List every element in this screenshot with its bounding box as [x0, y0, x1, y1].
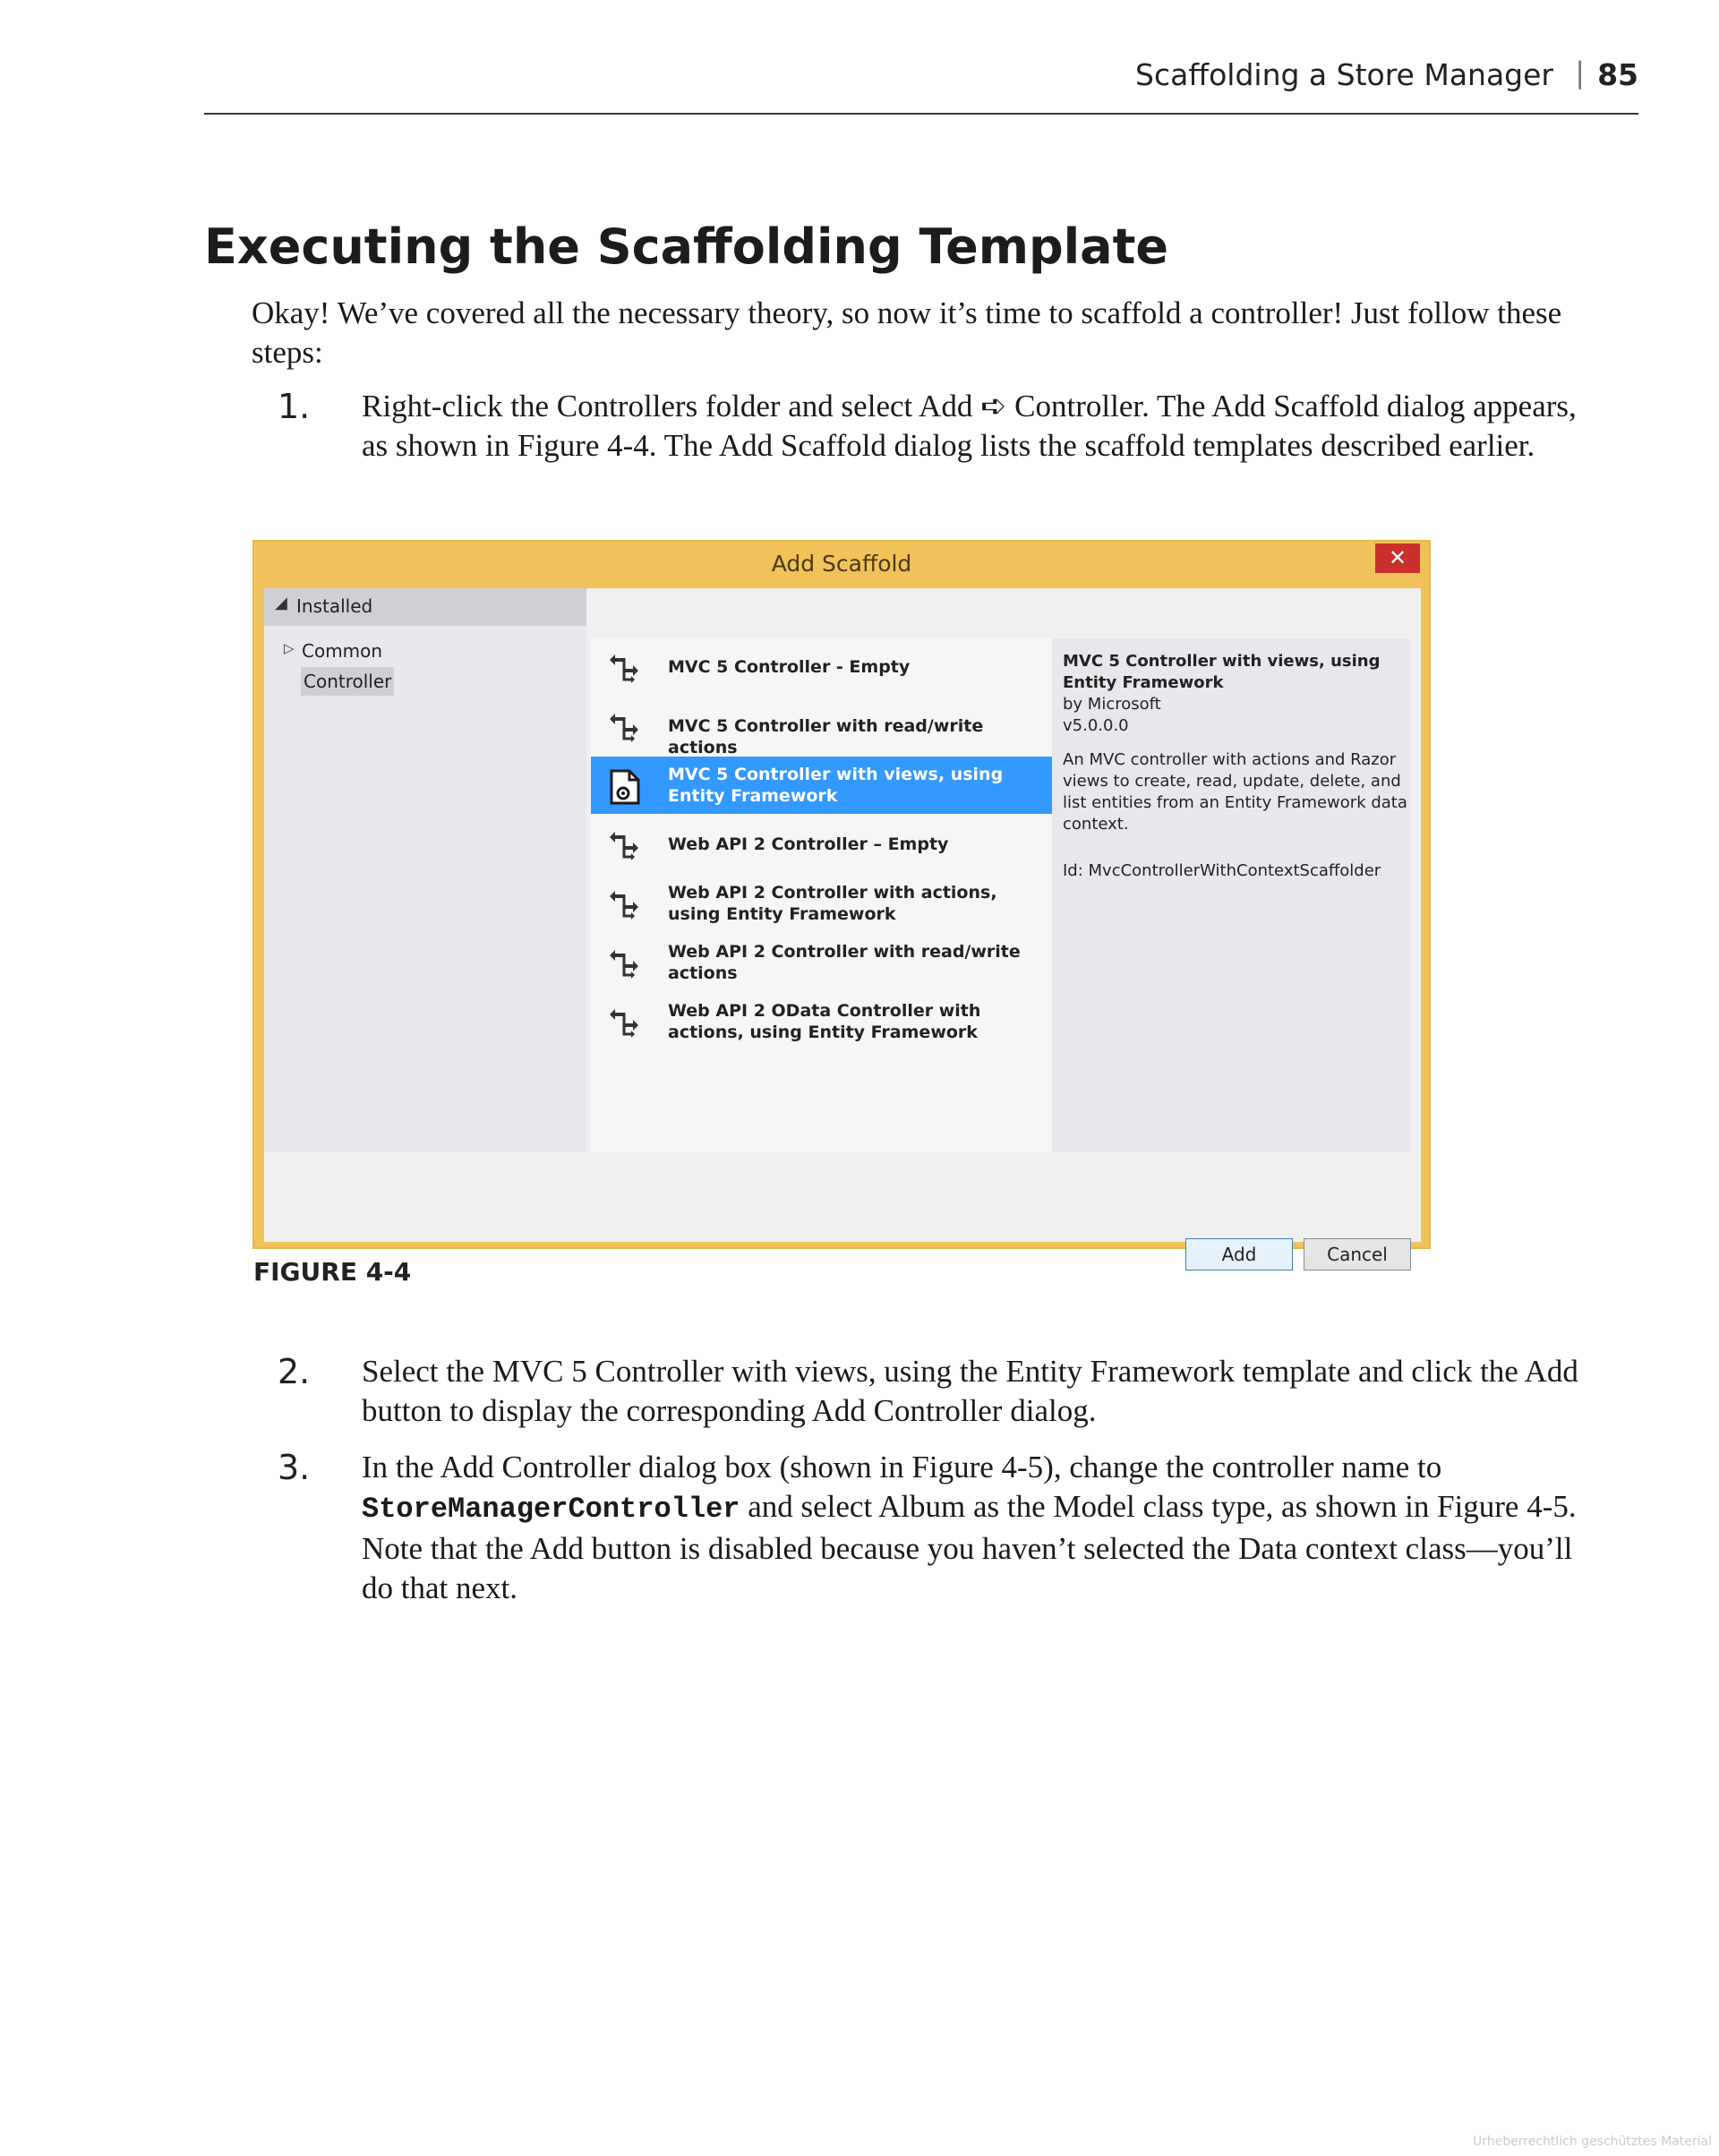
- page-number: 85: [1597, 57, 1638, 92]
- add-button[interactable]: Add: [1185, 1238, 1293, 1270]
- intro-paragraph: Okay! We’ve covered all the necessary th…: [252, 295, 1562, 370]
- scaffold-controller-icon: [610, 950, 638, 979]
- template-item[interactable]: MVC 5 Controller with read/write actions: [591, 697, 1052, 757]
- scaffold-controller-icon: [610, 654, 638, 683]
- template-label: Web API 2 OData Controller with actions,…: [668, 1001, 981, 1042]
- details-description: An MVC controller with actions and Razor…: [1063, 750, 1407, 834]
- step-number: 1.: [278, 387, 311, 426]
- running-header: Scaffolding a Store Manager | 85: [204, 50, 1638, 115]
- details-version: v5.0.0.0: [1063, 716, 1129, 735]
- template-item[interactable]: MVC 5 Controller - Empty: [591, 638, 1052, 696]
- template-label: Web API 2 Controller with actions, using…: [668, 883, 997, 924]
- template-label: Web API 2 Controller with read/write act…: [668, 942, 1021, 983]
- step-text: Right-click the Controllers folder and s…: [362, 389, 1577, 463]
- controller-name-code: StoreManagerController: [362, 1493, 740, 1526]
- expanded-triangle-icon: ◢: [275, 594, 287, 612]
- details-id: Id: MvcControllerWithContextScaffolder: [1063, 861, 1381, 880]
- template-item[interactable]: Web API 2 OData Controller with actions,…: [591, 993, 1052, 1050]
- tree-item-label: Installed: [296, 595, 373, 617]
- tree-item-common[interactable]: Common: [302, 640, 382, 662]
- template-item[interactable]: Web API 2 Controller with read/write act…: [591, 934, 1052, 991]
- template-item[interactable]: Web API 2 Controller – Empty: [591, 816, 1052, 873]
- watermark: Urheberrechtlich geschütztes Material: [1473, 2135, 1712, 2149]
- template-label: MVC 5 Controller - Empty: [668, 657, 911, 677]
- step-text-part: In the Add Controller dialog box (shown …: [362, 1450, 1442, 1484]
- template-label: MVC 5 Controller with views, using Entit…: [668, 765, 1004, 806]
- details-title: MVC 5 Controller with views, using Entit…: [1063, 652, 1381, 692]
- running-header-title: Scaffolding a Store Manager: [1135, 57, 1553, 92]
- template-list: MVC 5 Controller - Empty MVC 5 Controlle…: [591, 638, 1052, 1152]
- step-number: 2.: [278, 1352, 311, 1391]
- template-item[interactable]: Web API 2 Controller with actions, using…: [591, 875, 1052, 932]
- running-header-separator: |: [1575, 56, 1585, 90]
- step-text: In the Add Controller dialog box (shown …: [362, 1448, 1602, 1608]
- template-details: MVC 5 Controller with views, using Entit…: [1052, 638, 1410, 1152]
- scaffold-controller-icon: [610, 1009, 638, 1038]
- section-title: Executing the Scaffolding Template: [204, 218, 1169, 275]
- details-author: by Microsoft: [1063, 695, 1161, 714]
- tree-item-controller[interactable]: Controller: [301, 667, 395, 696]
- step-text: Select the MVC 5 Controller with views, …: [362, 1354, 1578, 1428]
- template-label: Web API 2 Controller – Empty: [668, 834, 949, 854]
- figure-caption: FIGURE 4-4: [253, 1257, 412, 1287]
- close-button[interactable]: ✕: [1375, 543, 1420, 573]
- add-scaffold-dialog: Add Scaffold ✕ ◢ Installed ▷ Common Cont…: [252, 540, 1431, 1270]
- template-label: MVC 5 Controller with read/write actions: [668, 716, 984, 757]
- scaffold-controller-icon: [610, 714, 638, 742]
- cancel-button[interactable]: Cancel: [1304, 1238, 1411, 1270]
- tree-item-installed[interactable]: ◢ Installed: [264, 588, 586, 626]
- dialog-body: ◢ Installed ▷ Common Controller MVC 5 Co…: [264, 588, 1421, 1270]
- scaffold-controller-icon: [610, 832, 638, 860]
- template-item-selected[interactable]: MVC 5 Controller with views, using Entit…: [591, 757, 1052, 814]
- document-gear-icon: [610, 769, 640, 805]
- dialog-title: Add Scaffold: [771, 551, 912, 577]
- template-tree: ◢ Installed ▷ Common Controller: [264, 588, 586, 1152]
- step-number: 3.: [278, 1448, 311, 1487]
- scaffold-controller-icon: [610, 891, 638, 920]
- collapsed-triangle-icon[interactable]: ▷: [284, 640, 295, 656]
